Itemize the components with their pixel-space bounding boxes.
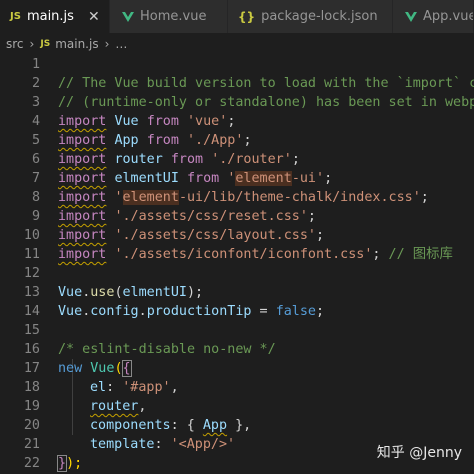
code-comment: // 图标库 xyxy=(388,247,453,262)
code-line: import App from './App'; xyxy=(0,112,474,148)
tab-label: App.vue xyxy=(423,9,474,24)
code-line: import Vue from 'vue'; xyxy=(0,93,474,129)
tab-package-lock-json[interactable]: {} package-lock.json xyxy=(228,0,393,33)
code-line: template: '<App/>' xyxy=(90,437,236,452)
tab-label: main.js xyxy=(26,9,74,24)
close-icon[interactable]: ✕ xyxy=(88,9,100,25)
editor-tab-bar: JS main.js ✕ Home.vue {} package-lock.js… xyxy=(0,0,474,33)
breadcrumb-folder[interactable]: src xyxy=(6,37,24,51)
bracket: ); xyxy=(66,456,83,471)
string-literal: './assets/iconfont/iconfont.css' xyxy=(114,247,373,262)
keyword: import xyxy=(58,247,107,262)
code-line: import router from './router'; xyxy=(0,131,474,167)
breadcrumb-symbols[interactable]: … xyxy=(115,37,127,51)
property: productionTip xyxy=(146,304,252,319)
identifier: Vue xyxy=(58,304,83,319)
tab-home-vue[interactable]: Home.vue xyxy=(110,0,228,33)
watermark: 知乎 @Jenny xyxy=(376,445,462,461)
boolean-literal: false xyxy=(275,304,316,319)
tab-main-js[interactable]: JS main.js ✕ xyxy=(0,0,110,33)
code-line: import './assets/css/layout.css'; xyxy=(0,207,474,243)
code-line: /* eslint-disable no-new */ xyxy=(0,321,474,357)
code-line: // (runtime-only or standalone) has been… xyxy=(0,74,474,110)
code-line: import 'element-ui/lib/theme-chalk/index… xyxy=(0,169,474,205)
code-line: // The Vue build version to load with th… xyxy=(0,55,474,91)
code-line: el: '#app', xyxy=(90,380,179,395)
tab-label: package-lock.json xyxy=(261,9,378,24)
property: config xyxy=(90,304,139,319)
js-file-icon: JS xyxy=(40,39,51,49)
tab-label: Home.vue xyxy=(140,9,207,24)
punctuation: ; xyxy=(372,247,381,262)
code-line: router, xyxy=(90,399,147,414)
code-line: import elmentUI from 'element-ui'; xyxy=(0,150,474,186)
code-line: import './assets/css/reset.css'; xyxy=(0,188,474,224)
vue-file-icon xyxy=(405,11,417,22)
code-editor[interactable]: 1 2 3 4 5 6 7 8 9 10 11 12 13 14 15 16 1… xyxy=(0,55,474,474)
code-line: Vue.config.productionTip = false; xyxy=(58,304,325,319)
breadcrumb: src › JS main.js › … xyxy=(0,33,474,55)
breadcrumb-file[interactable]: main.js xyxy=(55,37,98,51)
brace: } xyxy=(56,455,68,472)
js-file-icon: JS xyxy=(10,11,21,22)
code-line: Vue.use(elmentUI); xyxy=(58,285,204,300)
code-line: components: { App }, xyxy=(90,418,252,433)
chevron-right-icon: › xyxy=(29,37,35,51)
code-line: import './assets/iconfont/iconfont.css';… xyxy=(0,226,474,262)
tab-app-vue[interactable]: App.vue xyxy=(393,0,474,33)
vue-file-icon xyxy=(122,11,134,22)
json-file-icon: {} xyxy=(238,9,256,24)
chevron-right-icon: › xyxy=(104,37,110,51)
code-line: new Vue({ xyxy=(0,340,474,377)
